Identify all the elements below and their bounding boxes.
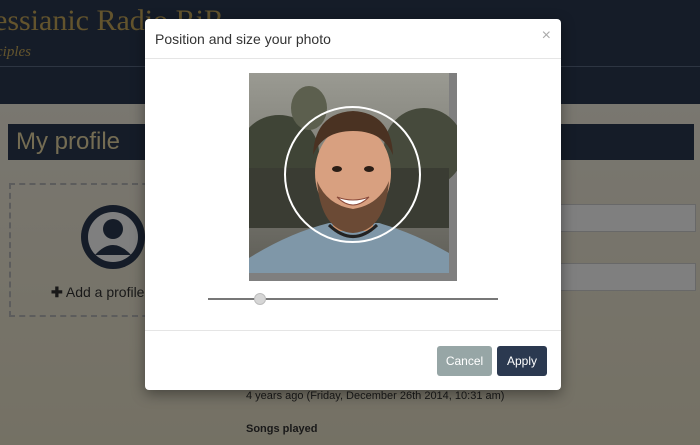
zoom-slider-handle[interactable]: [254, 293, 267, 305]
photo-crop-modal: Position and size your photo × Cancel Ap…: [145, 19, 561, 390]
close-icon[interactable]: ×: [542, 27, 551, 45]
photo-crop-area[interactable]: [249, 73, 457, 281]
zoom-slider-track[interactable]: [208, 298, 498, 300]
crop-selection-circle[interactable]: [284, 106, 421, 243]
modal-header-divider: [145, 58, 561, 59]
apply-button[interactable]: Apply: [497, 346, 547, 376]
modal-footer-divider: [145, 330, 561, 331]
cancel-button[interactable]: Cancel: [437, 346, 492, 376]
modal-title: Position and size your photo: [155, 31, 331, 47]
